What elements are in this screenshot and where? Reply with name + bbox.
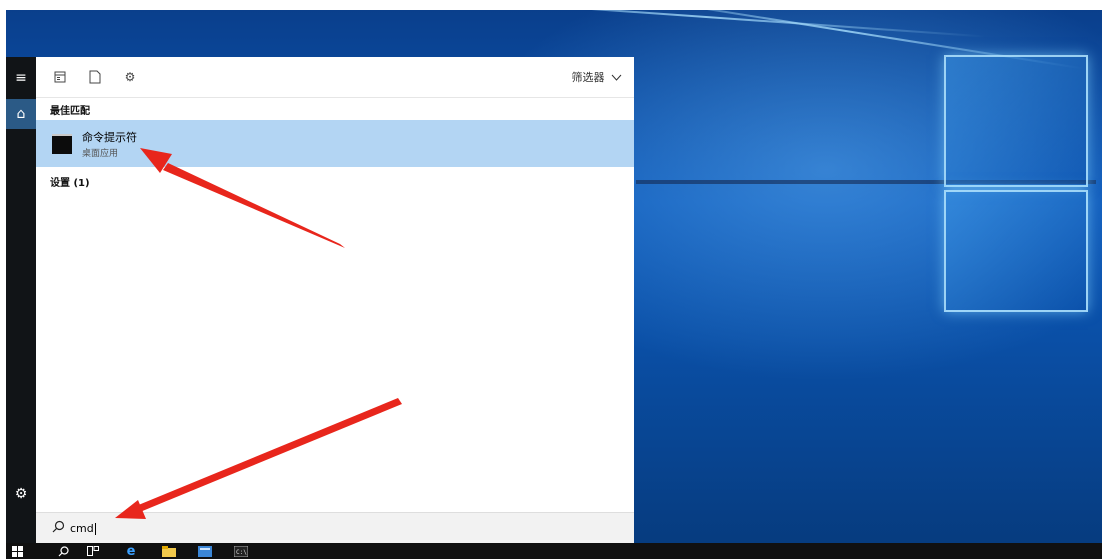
arrow-to-cmd-result [140,148,345,248]
arrow-to-search-box [115,398,402,519]
annotation-arrows [115,148,402,519]
